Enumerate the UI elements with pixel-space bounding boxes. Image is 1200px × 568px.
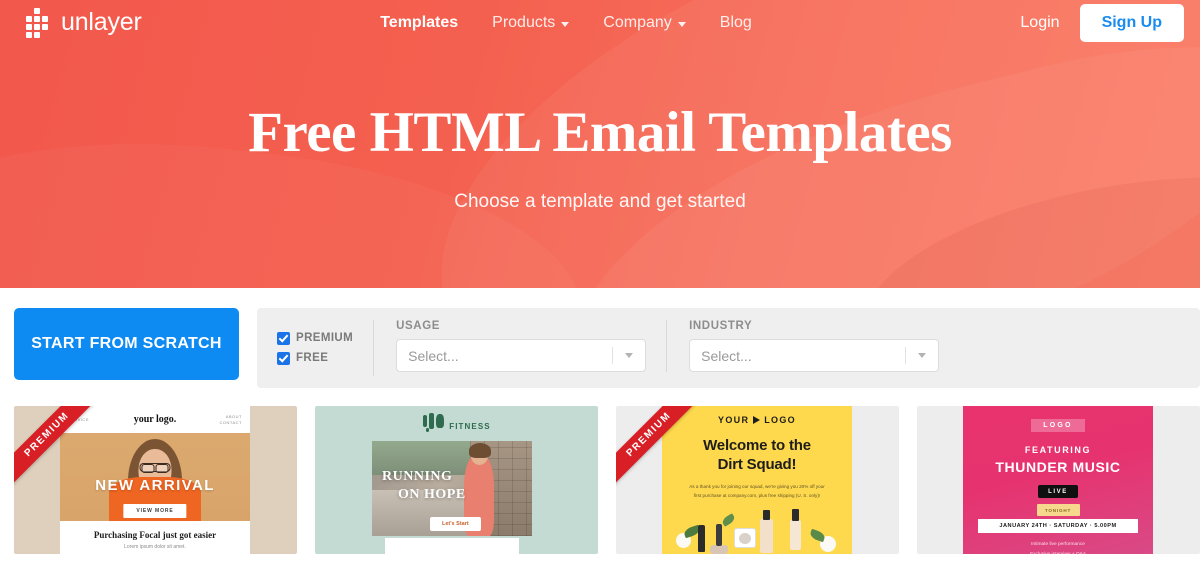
usage-filter-label: USAGE — [396, 320, 441, 332]
preview-tonight-badge: TONIGHT — [1036, 504, 1080, 516]
bottle-cap-shape — [792, 509, 799, 521]
nav-item-company-label: Company — [603, 13, 672, 31]
preview-headline-dirt-squad: Welcome to the Dirt Squad! — [662, 436, 852, 474]
preview-logo-thunder: LOGO — [1031, 419, 1085, 432]
preview-headline-line1: Welcome to the — [703, 437, 811, 454]
preview-nav-right: ABOUT CONTACT — [208, 414, 242, 426]
lipstick-shape — [716, 524, 722, 546]
industry-select[interactable]: Select... — [689, 339, 940, 372]
page-subtitle: Choose a template and get started — [454, 190, 746, 212]
template-preview-dirt-squad: YOUR LOGO Welcome to the Dirt Squad! As … — [662, 406, 852, 554]
preview-bullet-list: Intimate live performance Exclusive inte… — [1030, 542, 1086, 554]
nav-item-blog-label: Blog — [719, 13, 752, 31]
bottle-cap-shape — [763, 510, 770, 520]
bottle-shape — [790, 520, 801, 550]
preview-logo-fitness-label: FITNESS — [449, 422, 491, 431]
checkbox-premium[interactable]: PREMIUM — [277, 331, 354, 345]
bottle-shape — [760, 519, 773, 553]
preview-cta-button: VIEW MORE — [123, 504, 187, 518]
template-grid: PREMIUM SERVICE your logo. ABOUT CONTACT… — [0, 406, 1200, 554]
preview-event-date: JANUARY 24TH · SATURDAY · 5.00PM — [978, 519, 1138, 533]
preview-band-name: THUNDER MUSIC — [995, 459, 1121, 475]
industry-filter-group: INDUSTRY Select... — [667, 320, 959, 372]
glasses-icon — [139, 463, 171, 473]
usage-select-value: Select... — [408, 347, 459, 364]
model-hair-shape — [469, 443, 491, 458]
preview-logo-dirt-squad: YOUR LOGO — [662, 406, 852, 425]
grid-squares-icon — [26, 7, 52, 38]
checkbox-free[interactable]: FREE — [277, 351, 353, 365]
preview-featuring-label: FEATURING — [1024, 445, 1092, 455]
nav-links: Templates Products Company Blog — [112, 14, 1021, 32]
usage-filter-group: USAGE Select... — [374, 320, 668, 372]
template-card-thunder-music[interactable]: LOGO FEATURING THUNDER MUSIC LIVE TONIGH… — [917, 406, 1200, 554]
preview-logo: your logo. — [133, 414, 177, 425]
play-triangle-icon — [753, 416, 761, 424]
industry-filter-label: INDUSTRY — [689, 320, 753, 332]
preview-footer-text: Lorem ipsum dolor sit amet. — [124, 544, 186, 550]
nav-item-blog[interactable]: Blog — [720, 14, 752, 32]
preview-cta-button-fitness: Let's Start — [430, 517, 481, 531]
nav-actions: Login Sign Up — [1020, 3, 1184, 42]
preview-headline-line2: Dirt Squad! — [717, 456, 797, 474]
preview-logo-prefix: YOUR — [718, 415, 750, 425]
leaf-shape — [808, 528, 827, 543]
page-title: Free HTML Email Templates — [248, 101, 952, 164]
price-filter-group: PREMIUM FREE — [277, 320, 375, 376]
compact-powder-pan-shape — [739, 533, 751, 544]
preview-headline-fitness: RUNNING ON HOPE — [382, 468, 532, 503]
login-link[interactable]: Login — [1020, 14, 1059, 32]
preview-footer-fitness — [385, 538, 519, 554]
filter-toolbar: START FROM SCRATCH PREMIUM FREE USAGE Se… — [0, 288, 1200, 406]
preview-logo-fitness: FITNESS — [315, 406, 598, 433]
nav-item-products[interactable]: Products — [492, 13, 570, 32]
template-preview-new-arrival: SERVICE your logo. ABOUT CONTACT NEW ARR… — [60, 406, 250, 554]
template-card-dirt-squad[interactable]: PREMIUM YOUR LOGO Welcome to the Dirt Sq… — [616, 406, 899, 554]
chevron-down-icon — [677, 21, 686, 27]
preview-headline: NEW ARRIVAL — [95, 477, 215, 494]
checkbox-premium-label: PREMIUM — [296, 332, 354, 344]
preview-nav-contact: CONTACT — [219, 419, 242, 425]
leaf-shape — [720, 513, 737, 527]
checkbox-premium-box[interactable] — [277, 331, 290, 345]
hero-content: Free HTML Email Templates Choose a templ… — [0, 45, 1200, 213]
chevron-down-icon[interactable] — [906, 353, 938, 358]
nav-item-products-label: Products — [492, 13, 556, 31]
top-navigation-bar: unlayer Templates Products Company Blog … — [0, 0, 1200, 45]
signup-button[interactable]: Sign Up — [1079, 3, 1184, 42]
usage-select[interactable]: Select... — [396, 339, 647, 372]
checkbox-free-box[interactable] — [277, 351, 290, 365]
nav-item-company[interactable]: Company — [603, 13, 686, 32]
start-from-scratch-button[interactable]: START FROM SCRATCH — [14, 308, 239, 380]
preview-hero-photo: NEW ARRIVAL VIEW MORE — [60, 433, 250, 521]
template-card-fitness[interactable]: FITNESS RUNNING ON HOPE Let's Start — [315, 406, 598, 554]
preview-footer-heading: Purchasing Focal just got easier — [93, 530, 217, 540]
chevron-down-icon[interactable] — [613, 353, 645, 358]
nav-item-templates[interactable]: Templates — [380, 14, 458, 32]
preview-headline-line2: ON HOPE — [398, 486, 466, 502]
preview-footer: Purchasing Focal just got easier Lorem i… — [60, 521, 250, 554]
preview-logo-suffix: LOGO — [764, 415, 796, 425]
preview-product-photo — [662, 498, 852, 554]
lipstick-shape — [698, 525, 705, 552]
preview-hero-photo-fitness: RUNNING ON HOPE Let's Start — [372, 441, 532, 536]
fitness-logo-icon — [422, 413, 446, 433]
filter-panel: PREMIUM FREE USAGE Select... INDUSTRY Se… — [257, 308, 1200, 388]
template-card-new-arrival[interactable]: PREMIUM SERVICE your logo. ABOUT CONTACT… — [14, 406, 297, 554]
preview-headline-line1: RUNNING — [382, 469, 453, 484]
preview-live-badge: LIVE — [1038, 485, 1078, 498]
preview-header: SERVICE your logo. ABOUT CONTACT — [60, 406, 250, 433]
palette-shape — [710, 545, 728, 554]
checkbox-free-label: FREE — [296, 352, 329, 364]
nav-item-templates-label: Templates — [380, 13, 459, 31]
chevron-down-icon — [561, 21, 570, 27]
industry-select-value: Select... — [701, 347, 752, 364]
template-preview-thunder-music: LOGO FEATURING THUNDER MUSIC LIVE TONIGH… — [963, 406, 1153, 554]
hero-banner: unlayer Templates Products Company Blog … — [0, 0, 1200, 288]
